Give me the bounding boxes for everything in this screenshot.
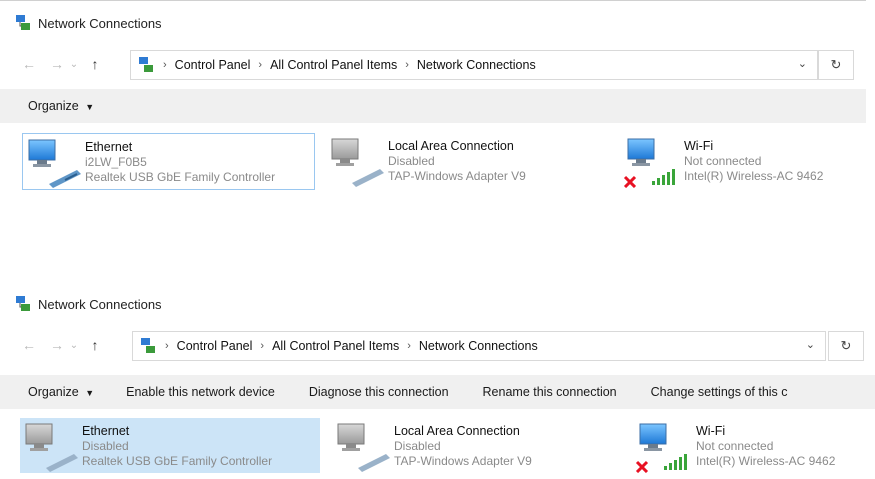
adapter-name: Ethernet	[82, 424, 130, 438]
breadcrumb-all-items[interactable]: All Control Panel Items	[270, 58, 397, 72]
control-panel-icon	[139, 57, 153, 72]
breadcrumb-separator: ›	[407, 340, 411, 352]
adapter-wifi[interactable]: Wi-Fi Not connected Intel(R) Wireless-AC…	[634, 418, 870, 474]
adapter-name: Local Area Connection	[388, 139, 514, 153]
breadcrumb-all-items[interactable]: All Control Panel Items	[272, 339, 399, 353]
forward-arrow-icon[interactable]: →	[46, 53, 68, 75]
chevron-down-icon[interactable]: ⌄	[806, 338, 815, 351]
address-row: ← → ⌄ ↑ › Control Panel › All Control Pa…	[0, 48, 875, 80]
network-connections-icon	[16, 15, 30, 30]
breadcrumb-control-panel[interactable]: Control Panel	[177, 339, 253, 353]
organize-label: Organize	[28, 385, 79, 399]
bottom-window: Network Connections ← → ⌄ ↑ › Control Pa…	[0, 285, 875, 479]
recent-locations-chevron-icon[interactable]: ⌄	[68, 53, 80, 75]
change-settings-button[interactable]: Change settings of this c	[651, 385, 788, 399]
diagnose-connection-button[interactable]: Diagnose this connection	[309, 385, 449, 399]
ethernet-adapter-icon	[20, 418, 82, 473]
up-arrow-icon[interactable]: ↑	[84, 53, 106, 75]
adapter-name: Ethernet	[85, 140, 133, 154]
wifi-signal-bars-icon	[664, 454, 687, 470]
breadcrumb-separator: ›	[163, 59, 167, 71]
command-bar: Organize ▼	[0, 89, 866, 123]
adapter-status: Not connected	[684, 154, 762, 168]
organize-button[interactable]: Organize ▼	[28, 385, 94, 399]
window-title: Network Connections	[38, 296, 162, 312]
dropdown-caret-icon: ▼	[85, 388, 95, 398]
organize-label: Organize	[28, 99, 79, 113]
wifi-signal-bars-icon	[652, 169, 675, 185]
adapter-status: Disabled	[82, 439, 129, 453]
back-arrow-icon[interactable]: ←	[18, 334, 40, 356]
address-bar[interactable]: › Control Panel › All Control Panel Item…	[132, 331, 826, 361]
title-bar: Network Connections	[0, 10, 875, 36]
adapter-device: Realtek USB GbE Family Controller	[85, 170, 276, 184]
adapter-status: i2LW_F0B5	[85, 155, 147, 169]
breadcrumb-control-panel[interactable]: Control Panel	[175, 58, 251, 72]
refresh-button[interactable]: ↻	[828, 331, 864, 361]
local-area-adapter-icon	[332, 418, 394, 473]
dropdown-caret-icon: ▼	[85, 102, 95, 112]
adapter-device: Intel(R) Wireless-AC 9462	[684, 169, 824, 183]
adapter-status: Not connected	[696, 439, 774, 453]
adapter-name: Wi-Fi	[684, 139, 714, 153]
adapter-status: Disabled	[388, 154, 435, 168]
adapter-name: Local Area Connection	[394, 424, 520, 438]
refresh-button[interactable]: ↻	[818, 50, 854, 80]
wifi-adapter-icon	[622, 133, 684, 189]
breadcrumb-separator: ›	[165, 340, 169, 352]
enable-device-button[interactable]: Enable this network device	[126, 385, 275, 399]
breadcrumb-network-connections[interactable]: Network Connections	[417, 58, 536, 72]
rename-connection-button[interactable]: Rename this connection	[483, 385, 617, 399]
title-bar: Network Connections	[0, 291, 875, 317]
command-bar: Organize ▼ Enable this network device Di…	[0, 375, 875, 409]
adapter-device: Intel(R) Wireless-AC 9462	[696, 454, 836, 468]
wifi-adapter-icon	[634, 418, 696, 474]
address-row: ← → ⌄ ↑ › Control Panel › All Control Pa…	[0, 329, 875, 361]
forward-arrow-icon[interactable]: →	[46, 334, 68, 356]
ethernet-adapter-icon	[23, 134, 85, 189]
local-area-adapter-icon	[326, 133, 388, 188]
breadcrumb-separator: ›	[405, 59, 409, 71]
adapter-ethernet[interactable]: Ethernet Disabled Realtek USB GbE Family…	[20, 418, 320, 473]
adapter-device: Realtek USB GbE Family Controller	[82, 454, 273, 468]
red-x-icon	[635, 460, 649, 474]
refresh-icon: ↻	[830, 57, 842, 72]
network-connections-icon	[16, 296, 30, 311]
organize-button[interactable]: Organize ▼	[28, 99, 94, 113]
breadcrumb-separator: ›	[258, 59, 263, 71]
up-arrow-icon[interactable]: ↑	[84, 334, 106, 356]
back-arrow-icon[interactable]: ←	[18, 53, 40, 75]
top-window: Network Connections ← → ⌄ ↑ › Control Pa…	[0, 0, 875, 210]
adapter-name: Wi-Fi	[696, 424, 726, 438]
breadcrumb-network-connections[interactable]: Network Connections	[419, 339, 538, 353]
adapter-local-area-connection[interactable]: Local Area Connection Disabled TAP-Windo…	[326, 133, 606, 188]
red-x-icon	[623, 175, 637, 189]
chevron-down-icon[interactable]: ⌄	[798, 57, 807, 70]
adapter-device: TAP-Windows Adapter V9	[388, 169, 526, 183]
adapter-device: TAP-Windows Adapter V9	[394, 454, 532, 468]
adapter-wifi[interactable]: Wi-Fi Not connected Intel(R) Wireless-AC…	[622, 133, 862, 189]
adapter-status: Disabled	[394, 439, 441, 453]
breadcrumb-separator: ›	[260, 340, 265, 352]
recent-locations-chevron-icon[interactable]: ⌄	[68, 334, 80, 356]
control-panel-icon	[141, 338, 155, 353]
refresh-icon: ↻	[840, 338, 852, 353]
window-title: Network Connections	[38, 15, 162, 31]
adapter-local-area-connection[interactable]: Local Area Connection Disabled TAP-Windo…	[332, 418, 612, 473]
address-bar[interactable]: › Control Panel › All Control Panel Item…	[130, 50, 818, 80]
adapter-ethernet[interactable]: Ethernet i2LW_F0B5 Realtek USB GbE Famil…	[22, 133, 315, 190]
